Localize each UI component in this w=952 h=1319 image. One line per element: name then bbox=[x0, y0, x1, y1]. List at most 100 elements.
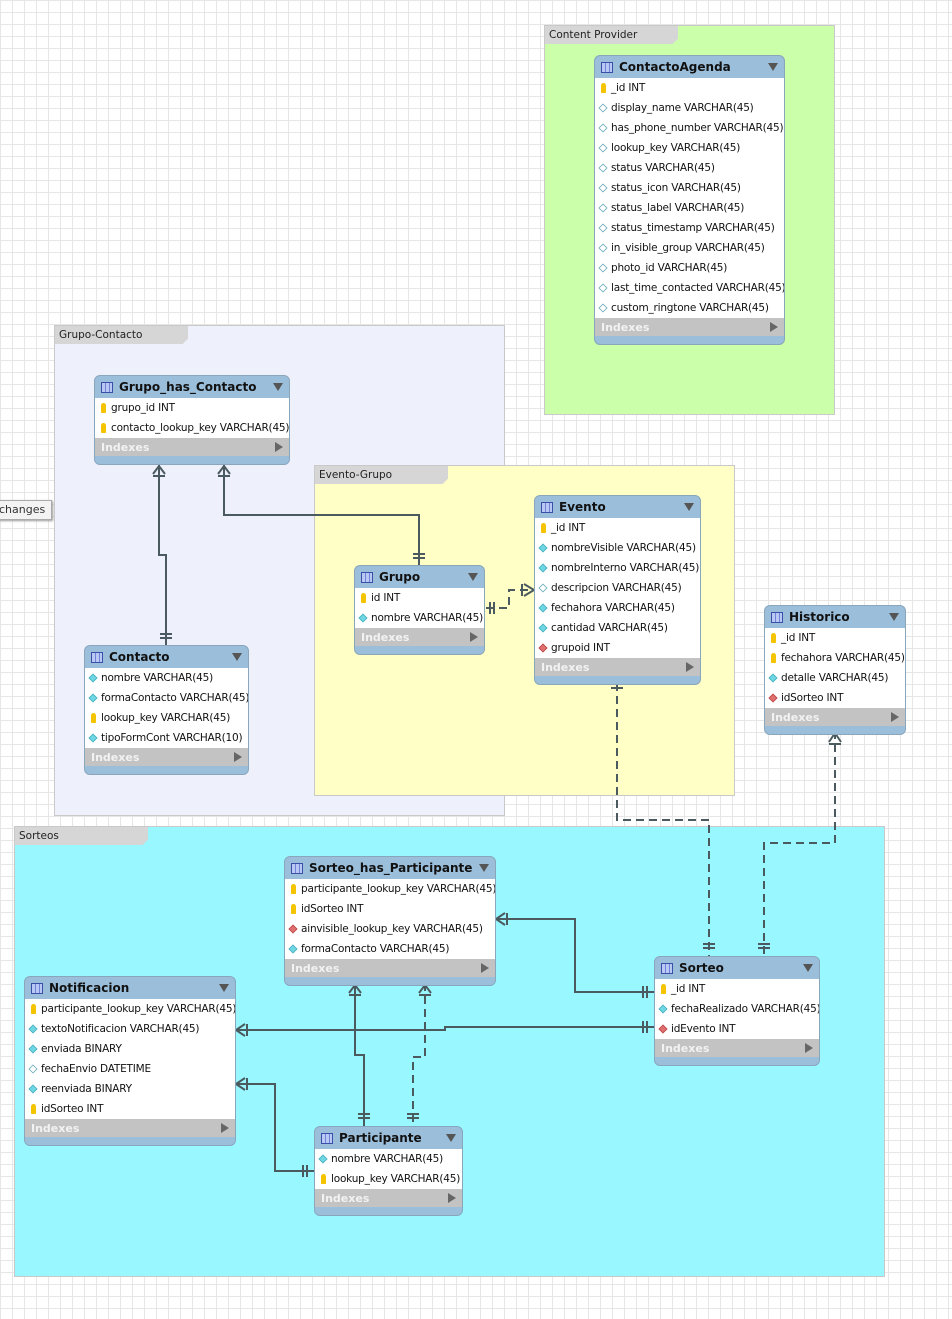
column-row[interactable]: enviada BINARY bbox=[25, 1039, 235, 1059]
table-title: Notificacion bbox=[49, 981, 130, 995]
collapse-arrow-icon[interactable] bbox=[232, 653, 242, 661]
column-row[interactable]: fechaRealizado VARCHAR(45) bbox=[655, 999, 819, 1019]
column-row[interactable]: cantidad VARCHAR(45) bbox=[535, 618, 700, 638]
column-row[interactable]: formaContacto VARCHAR(45) bbox=[285, 939, 495, 959]
foreign-key-icon bbox=[658, 1024, 668, 1034]
table-header[interactable]: Sorteo_has_Participante bbox=[285, 857, 495, 879]
table-header[interactable]: Grupo_has_Contacto bbox=[95, 376, 289, 398]
indexes-section[interactable]: Indexes bbox=[85, 748, 248, 766]
column-row[interactable]: nombreVisible VARCHAR(45) bbox=[535, 538, 700, 558]
table-header[interactable]: Historico bbox=[765, 606, 905, 628]
foreign-key-icon bbox=[768, 693, 778, 703]
changes-button[interactable]: changes bbox=[0, 500, 52, 520]
column-row[interactable]: grupoid INT bbox=[535, 638, 700, 658]
table-grupo-has-contacto[interactable]: Grupo_has_Contacto grupo_id INT contacto_l… bbox=[94, 375, 290, 465]
column-row[interactable]: participante_lookup_key VARCHAR(45) bbox=[25, 999, 235, 1019]
table-icon bbox=[541, 501, 553, 513]
table-header[interactable]: Evento bbox=[535, 496, 700, 518]
indexes-section[interactable]: Indexes bbox=[95, 438, 289, 456]
collapse-arrow-icon[interactable] bbox=[446, 1134, 456, 1142]
expand-arrow-icon bbox=[275, 442, 283, 452]
column-row[interactable]: tipoFormCont VARCHAR(10) bbox=[85, 728, 248, 748]
column-row[interactable]: nombre VARCHAR(45) bbox=[315, 1149, 462, 1169]
collapse-arrow-icon[interactable] bbox=[273, 383, 283, 391]
column-row[interactable]: idSorteo INT bbox=[765, 688, 905, 708]
column-row[interactable]: status_timestamp VARCHAR(45) bbox=[595, 218, 784, 238]
column-row[interactable]: idSorteo INT bbox=[285, 899, 495, 919]
column-row[interactable]: custom_ringtone VARCHAR(45) bbox=[595, 298, 784, 318]
table-header[interactable]: Participante bbox=[315, 1127, 462, 1149]
column-row[interactable]: photo_id VARCHAR(45) bbox=[595, 258, 784, 278]
table-title: Historico bbox=[789, 610, 850, 624]
column-row[interactable]: descripcion VARCHAR(45) bbox=[535, 578, 700, 598]
column-row[interactable]: lookup_key VARCHAR(45) bbox=[315, 1169, 462, 1189]
column-row[interactable]: formaContacto VARCHAR(45) bbox=[85, 688, 248, 708]
column-row[interactable]: textoNotificacion VARCHAR(45) bbox=[25, 1019, 235, 1039]
collapse-arrow-icon[interactable] bbox=[803, 964, 813, 972]
column-row[interactable]: status_label VARCHAR(45) bbox=[595, 198, 784, 218]
column-text: fechahora VARCHAR(45) bbox=[781, 652, 905, 664]
column-row[interactable]: nombreInterno VARCHAR(45) bbox=[535, 558, 700, 578]
column-row[interactable]: idSorteo INT bbox=[25, 1099, 235, 1119]
column-row[interactable]: lookup_key VARCHAR(45) bbox=[85, 708, 248, 728]
table-header[interactable]: ContactoAgenda bbox=[595, 56, 784, 78]
table-historico[interactable]: Historico _id INT fechahora VARCHAR(45) det… bbox=[764, 605, 906, 735]
indexes-section[interactable]: Indexes bbox=[655, 1039, 819, 1057]
column-row[interactable]: _id INT bbox=[655, 979, 819, 999]
indexes-section[interactable]: Indexes bbox=[285, 959, 495, 977]
table-evento[interactable]: Evento _id INT nombreVisible VARCHAR(45) no… bbox=[534, 495, 701, 685]
column-row[interactable]: _id INT bbox=[595, 78, 784, 98]
column-row[interactable]: fechahora VARCHAR(45) bbox=[535, 598, 700, 618]
layer-label: Evento-Grupo bbox=[315, 466, 448, 484]
column-row[interactable]: in_visible_group VARCHAR(45) bbox=[595, 238, 784, 258]
indexes-section[interactable]: Indexes bbox=[595, 318, 784, 336]
table-contacto[interactable]: Contacto nombre VARCHAR(45) formaContacto … bbox=[84, 645, 249, 775]
collapse-arrow-icon[interactable] bbox=[889, 613, 899, 621]
collapse-arrow-icon[interactable] bbox=[768, 63, 778, 71]
column-row[interactable]: idEvento INT bbox=[655, 1019, 819, 1039]
column-row[interactable]: display_name VARCHAR(45) bbox=[595, 98, 784, 118]
table-sorteo-has-participante[interactable]: Sorteo_has_Participante participante_look… bbox=[284, 856, 496, 986]
table-icon bbox=[361, 571, 373, 583]
indexes-section[interactable]: Indexes bbox=[315, 1189, 462, 1207]
table-contacto-agenda[interactable]: ContactoAgenda _id INT display_name VARCHA… bbox=[594, 55, 785, 345]
column-row[interactable]: _id INT bbox=[765, 628, 905, 648]
column-row[interactable]: nombre VARCHAR(45) bbox=[85, 668, 248, 688]
table-sorteo[interactable]: Sorteo _id INT fechaRealizado VARCHAR(45) i… bbox=[654, 956, 820, 1066]
column-row[interactable]: fechahora VARCHAR(45) bbox=[765, 648, 905, 668]
table-header[interactable]: Notificacion bbox=[25, 977, 235, 999]
column-row[interactable]: reenviada BINARY bbox=[25, 1079, 235, 1099]
column-row[interactable]: status VARCHAR(45) bbox=[595, 158, 784, 178]
column-row[interactable]: _id INT bbox=[535, 518, 700, 538]
indexes-section[interactable]: Indexes bbox=[25, 1119, 235, 1137]
column-text: formaContacto VARCHAR(45) bbox=[301, 943, 450, 955]
collapse-arrow-icon[interactable] bbox=[219, 984, 229, 992]
collapse-arrow-icon[interactable] bbox=[479, 864, 489, 872]
column-row[interactable]: detalle VARCHAR(45) bbox=[765, 668, 905, 688]
table-notificacion[interactable]: Notificacion participante_lookup_key VARC… bbox=[24, 976, 236, 1146]
column-row[interactable]: nombre VARCHAR(45) bbox=[355, 608, 484, 628]
column-row[interactable]: fechaEnvio DATETIME bbox=[25, 1059, 235, 1079]
column-row[interactable]: has_phone_number VARCHAR(45) bbox=[595, 118, 784, 138]
table-header[interactable]: Sorteo bbox=[655, 957, 819, 979]
column-row[interactable]: id INT bbox=[355, 588, 484, 608]
column-text: nombre VARCHAR(45) bbox=[371, 612, 483, 624]
column-row[interactable]: participante_lookup_key VARCHAR(45) bbox=[285, 879, 495, 899]
column-text: _id INT bbox=[551, 522, 586, 534]
indexes-section[interactable]: Indexes bbox=[765, 708, 905, 726]
column-row[interactable]: status_icon VARCHAR(45) bbox=[595, 178, 784, 198]
table-grupo[interactable]: Grupo id INT nombre VARCHAR(45) Indexes bbox=[354, 565, 485, 655]
column-row[interactable]: last_time_contacted VARCHAR(45) bbox=[595, 278, 784, 298]
indexes-section[interactable]: Indexes bbox=[535, 658, 700, 676]
column-row[interactable]: ainvisible_lookup_key VARCHAR(45) bbox=[285, 919, 495, 939]
collapse-arrow-icon[interactable] bbox=[684, 503, 694, 511]
column-row[interactable]: lookup_key VARCHAR(45) bbox=[595, 138, 784, 158]
column-row[interactable]: contacto_lookup_key VARCHAR(45) bbox=[95, 418, 289, 438]
table-participante[interactable]: Participante nombre VARCHAR(45) lookup_key… bbox=[314, 1126, 463, 1216]
indexes-section[interactable]: Indexes bbox=[355, 628, 484, 646]
table-header[interactable]: Grupo bbox=[355, 566, 484, 588]
nullable-column-icon bbox=[598, 303, 608, 313]
collapse-arrow-icon[interactable] bbox=[468, 573, 478, 581]
table-header[interactable]: Contacto bbox=[85, 646, 248, 668]
column-row[interactable]: grupo_id INT bbox=[95, 398, 289, 418]
